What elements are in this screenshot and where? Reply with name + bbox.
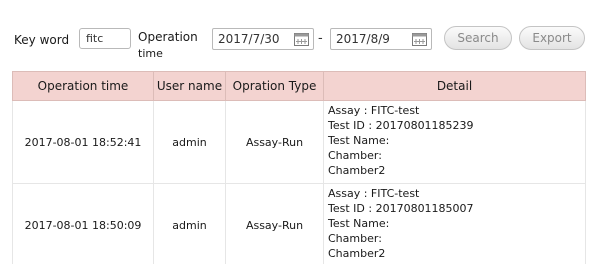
cell-operation-type: Assay-Run [225,183,324,264]
cell-operation-time: 2017-08-01 18:50:09 [12,183,154,264]
column-header-user-name[interactable]: User name [153,71,226,101]
detail-assay: Assay : FITC-test [328,104,420,117]
log-table-container: Operation time User name Opration Type D… [0,0,593,264]
detail-test-name: Test Name: [328,134,390,147]
detail-test-name: Test Name: [328,217,390,230]
cell-operation-time: 2017-08-01 18:52:41 [12,100,154,184]
detail-chamber-label: Chamber: [328,232,382,245]
column-header-operation-time[interactable]: Operation time [12,71,154,101]
cell-operation-type: Assay-Run [225,100,324,184]
table-header-row: Operation time User name Opration Type D… [12,71,586,101]
column-header-operation-type[interactable]: Opration Type [225,71,324,101]
detail-assay: Assay : FITC-test [328,187,420,200]
detail-chamber-value: Chamber2 [328,247,386,260]
operation-log-panel: Key word fitc Operation time 2017/7/30 -… [0,0,593,264]
table-row[interactable]: 2017-08-01 18:52:41 admin Assay-Run Assa… [12,100,586,184]
detail-test-id: Test ID : 20170801185007 [328,202,474,215]
column-header-detail[interactable]: Detail [323,71,586,101]
detail-chamber-label: Chamber: [328,149,382,162]
table-row[interactable]: 2017-08-01 18:50:09 admin Assay-Run Assa… [12,183,586,264]
cell-user-name: admin [153,100,226,184]
detail-chamber-value: Chamber2 [328,164,386,177]
cell-detail: Assay : FITC-test Test ID : 201708011852… [323,100,586,184]
operation-log-table: Operation time User name Opration Type D… [12,71,586,264]
cell-detail: Assay : FITC-test Test ID : 201708011850… [323,183,586,264]
detail-test-id: Test ID : 20170801185239 [328,119,474,132]
cell-user-name: admin [153,183,226,264]
